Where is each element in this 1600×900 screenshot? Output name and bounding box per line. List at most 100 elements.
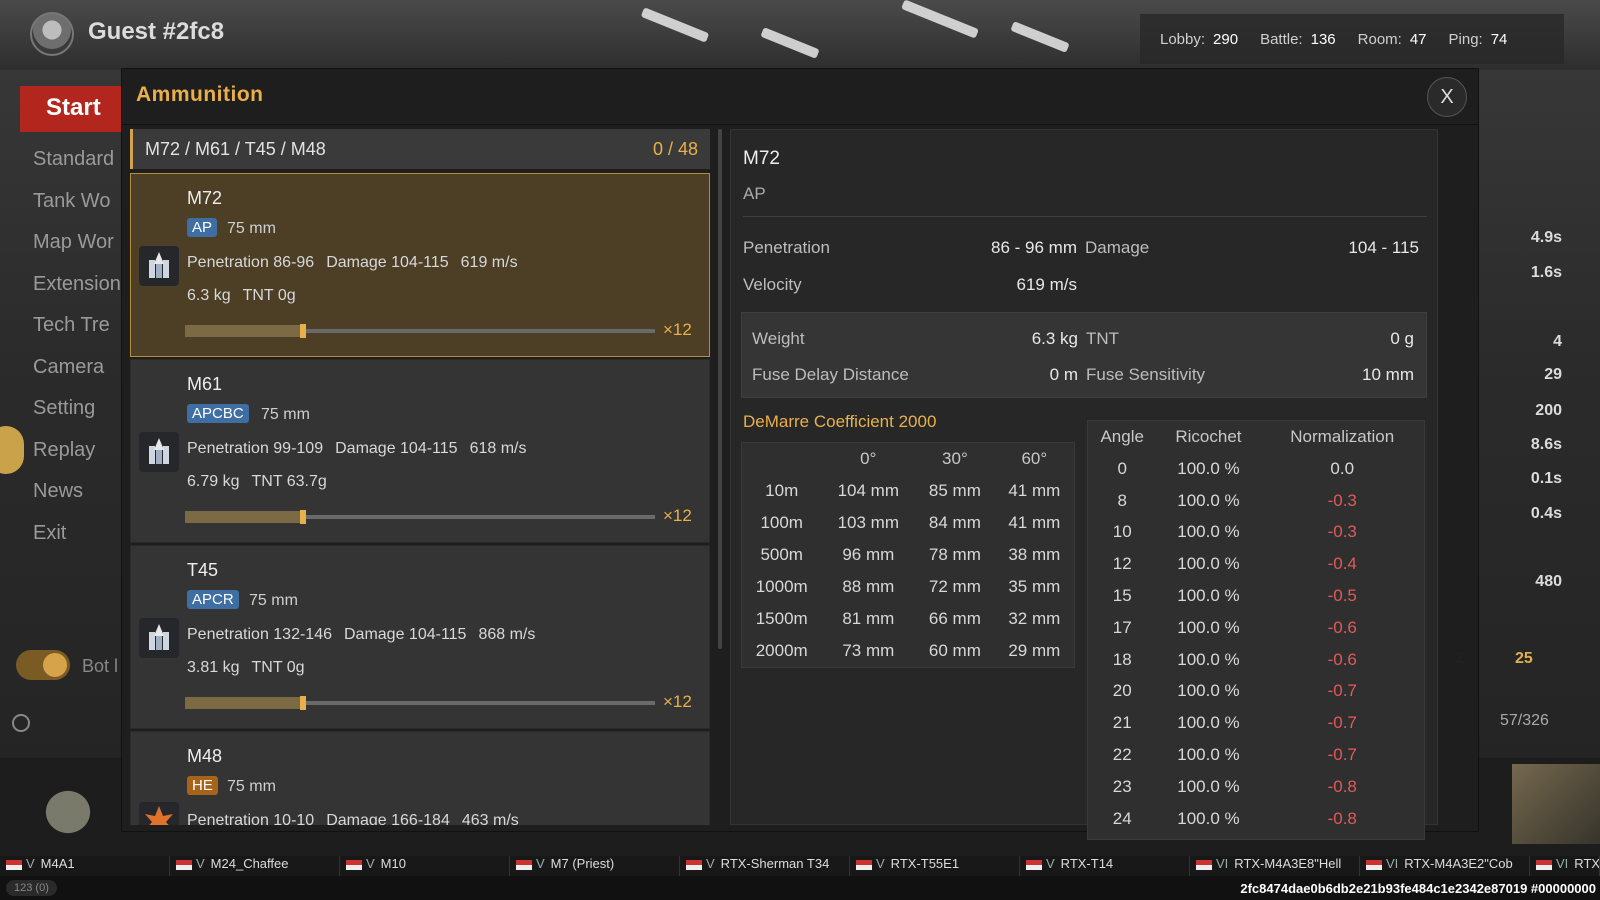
bot-toggle-label: Bot l	[82, 656, 119, 676]
table-row: 17 100.0 % -0.6	[1112, 617, 1357, 637]
column-header	[742, 443, 821, 475]
menu-item-tech-tree[interactable]: Tech Tre	[33, 314, 121, 356]
table-row: 12 100.0 % -0.4	[1112, 554, 1357, 574]
table-row: 0 100.0 % 0.0	[1117, 458, 1355, 478]
slider-thumb[interactable]	[299, 696, 306, 710]
ammo-count: ×12	[663, 692, 692, 711]
tank-count: 57/326	[1500, 712, 1549, 729]
tank-slot[interactable]: V M4A1	[0, 856, 170, 876]
ammo-mass-line: 6.79 kg TNT 63.7g	[187, 473, 327, 490]
menu-item-standard[interactable]: Standard	[33, 148, 121, 190]
us-flag-icon	[6, 859, 22, 870]
table-row: 20 100.0 % -0.7	[1112, 681, 1357, 701]
us-flag-icon	[1366, 859, 1382, 870]
player-avatar[interactable]	[30, 12, 74, 56]
column-header: 30°	[942, 449, 968, 468]
detail-ammo-type: AP	[743, 184, 766, 203]
slider-thumb[interactable]	[299, 510, 306, 524]
queue-chip[interactable]: 123 (0)	[6, 880, 57, 896]
ammo-stats-line: Penetration 99-109 Damage 104-115 618 m/s	[187, 440, 527, 457]
menu-item-replay[interactable]: Replay	[33, 439, 121, 481]
list-scrollbar[interactable]	[718, 129, 722, 649]
divider	[743, 216, 1427, 217]
stat-ping: Ping: 74	[1448, 30, 1508, 48]
tank-slot[interactable]: VI RTX-M4A3E2"Cob	[1360, 856, 1530, 876]
column-header: Angle	[1100, 427, 1144, 446]
ammunition-dialog: Ammunition X M72 / M61 / T45 / M48 0 / 4…	[121, 68, 1479, 840]
slider-fill	[185, 511, 303, 523]
close-button[interactable]: X	[1427, 77, 1467, 117]
ricochet-grid: Angle Ricochet Normalization 0 100.0 % 0.0…	[1088, 421, 1424, 835]
ammo-list: M72 / M61 / T45 / M48 0 / 48 M72 AP 75 m…	[130, 129, 710, 825]
tank-name-list: V M4A1 V M24_Chaffee V M10 V M7 (Priest) V RT…	[0, 856, 1600, 876]
us-flag-icon	[686, 859, 702, 870]
ammo-mass-line: 6.3 kg TNT 0g	[187, 287, 296, 304]
ap-shell-icon	[139, 246, 179, 286]
search-icon[interactable]	[12, 714, 30, 732]
table-row: 18 100.0 % -0.6	[1112, 649, 1357, 669]
tank-slot[interactable]: V RTX-T55E1	[850, 856, 1020, 876]
start-button[interactable]: Start	[20, 86, 124, 132]
table-header-row: Angle Ricochet Normalization	[1088, 421, 1424, 453]
table-row: 10 100.0 % -0.3	[1112, 522, 1357, 542]
tank-slot[interactable]: VI RTX-M4A3E8"Hell	[1190, 856, 1360, 876]
tank-slot[interactable]: VIRTX-T	[1530, 856, 1600, 876]
table-header-row: 0° 30° 60°	[742, 443, 1074, 475]
stat-room: Room: 47	[1357, 30, 1427, 48]
tank-slot[interactable]: V RTX-Sherman T34	[680, 856, 850, 876]
tank-slot[interactable]: V RTX-T14	[1020, 856, 1190, 876]
ammo-type-badge: APCBC	[187, 404, 249, 423]
menu-item-exit[interactable]: Exit	[33, 522, 121, 564]
ammo-stats-line: Penetration 132-146 Damage 104-115 868 m/s	[187, 626, 536, 643]
weight-value: 6.3 kg	[1031, 329, 1078, 348]
menu-item-news[interactable]: News	[33, 480, 121, 522]
tank-thumbnail[interactable]	[24, 770, 112, 840]
us-flag-icon	[1196, 859, 1212, 870]
ammo-mass-line: 3.81 kg TNT 0g	[187, 659, 305, 676]
table-row: 21 100.0 % -0.7	[1112, 713, 1357, 733]
tank-slot[interactable]: V M10	[340, 856, 510, 876]
dialog-header: Ammunition X	[122, 69, 1478, 125]
menu-item-tank-workshop[interactable]: Tank Wo	[33, 190, 121, 232]
ammo-list-header: M72 / M61 / T45 / M48 0 / 48	[130, 129, 710, 169]
ammo-name: M48	[187, 746, 223, 766]
shell-properties-box: Weight 6.3 kg TNT 0 g Fuse Delay Distanc…	[741, 312, 1427, 398]
table-row: 1000m 88 mm 72 mm 35 mm	[755, 577, 1061, 596]
ammo-stats-line: Penetration 86-96 Damage 104-115 619 m/s	[187, 254, 518, 271]
tank-slot[interactable]: V M7 (Priest)	[510, 856, 680, 876]
menu-item-camera[interactable]: Camera	[33, 356, 121, 398]
ammo-card-t45[interactable]: T45 APCR 75 mm Penetration 132-146 Damage…	[130, 545, 710, 729]
ammo-card-m61[interactable]: M61 APCBC 75 mm Penetration 99-109 Damage…	[130, 359, 710, 543]
menu-item-extension[interactable]: Extension	[33, 273, 121, 315]
menu-item-setting[interactable]: Setting	[33, 397, 121, 439]
tank-thumbnail[interactable]	[1512, 764, 1600, 844]
side-drawer-handle[interactable]	[0, 426, 24, 474]
bot-toggle[interactable]	[16, 650, 70, 680]
ammo-quantity-slider[interactable]	[185, 696, 655, 710]
table-row: 500m 96 mm 78 mm 38 mm	[760, 545, 1061, 564]
ammo-name: T45	[187, 560, 219, 580]
table-row: 15 100.0 % -0.5	[1112, 586, 1357, 606]
ammo-card-m72[interactable]: M72 AP 75 mm Penetration 86-96 Damage 104…	[130, 173, 710, 357]
tank-slot[interactable]: V M24_Chaffee	[170, 856, 340, 876]
server-stats-bar: Lobby: 290 Battle: 136 Room: 47 Ping: 74	[1140, 14, 1564, 64]
slider-thumb[interactable]	[299, 324, 306, 338]
column-header: Ricochet	[1175, 427, 1242, 446]
tnt-value: 0 g	[1390, 329, 1414, 348]
ammo-caliber: 75 mm	[227, 778, 276, 795]
ammo-total-count: 0 / 48	[652, 139, 698, 159]
he-shell-icon	[139, 802, 179, 825]
ammo-list-title: M72 / M61 / T45 / M48	[145, 139, 326, 159]
ammo-card-m48[interactable]: M48 HE 75 mm Penetration 10-10 Damage 166…	[130, 731, 710, 825]
ammo-type-badge: APCR	[187, 590, 239, 609]
damage-value: 104 - 115	[1348, 238, 1419, 257]
ammo-name: M61	[187, 374, 223, 394]
us-flag-icon	[176, 859, 192, 870]
stat-battle: Battle: 136	[1260, 30, 1336, 48]
ammo-quantity-slider[interactable]	[185, 510, 655, 524]
demarre-title: DeMarre Coefficient 2000	[743, 412, 937, 431]
ammo-quantity-slider[interactable]	[185, 324, 655, 338]
player-name: Guest #2fc8	[88, 18, 225, 45]
fuse-sensitivity-label: Fuse Sensitivity	[1086, 365, 1206, 384]
menu-item-map-workshop[interactable]: Map Wor	[33, 231, 121, 273]
